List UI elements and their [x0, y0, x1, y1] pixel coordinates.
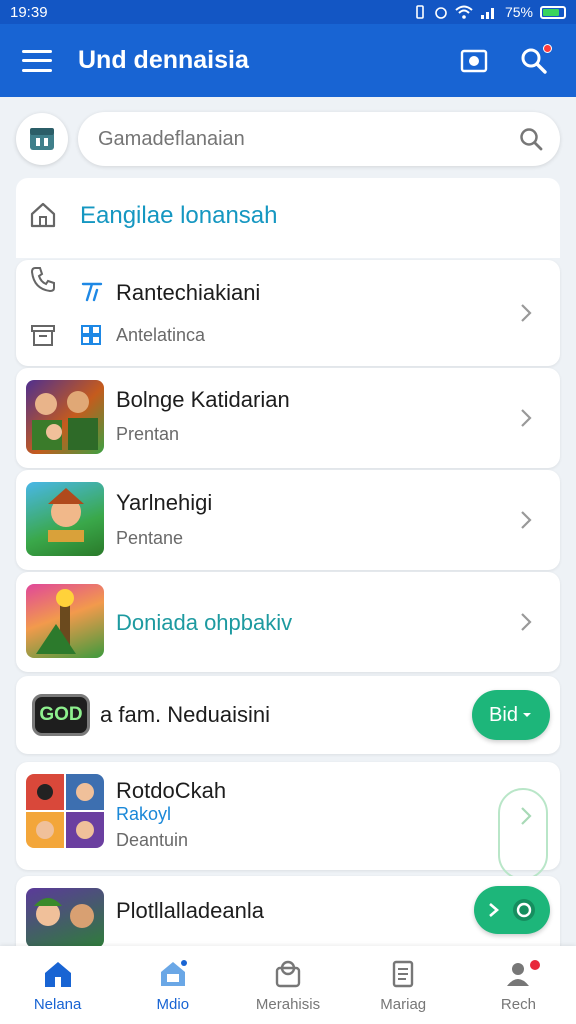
app-title: Und dennaisia	[78, 46, 249, 74]
nav-item-badge[interactable]: Merahisis	[230, 946, 345, 1024]
app-bar: Und dennaisia	[0, 24, 576, 97]
game-thumbnail	[26, 482, 104, 556]
vibrate-icon	[416, 5, 424, 19]
item-tag: Rakoyl	[116, 804, 172, 824]
nav-label: Mariag	[380, 995, 427, 1013]
nav-label: Rech	[500, 995, 536, 1013]
home-icon	[44, 961, 71, 987]
item-title: Doniada ohpbakiv	[116, 610, 293, 635]
battery-icon	[540, 5, 566, 19]
list-item[interactable]: GOD a fam. Neduaisini Bid	[16, 676, 560, 754]
menu-button[interactable]	[22, 49, 52, 72]
status-icons: 75%	[413, 4, 566, 20]
chevron-right-icon	[514, 508, 538, 532]
camera-icon	[460, 49, 488, 72]
item-title: Bolnge Katidarian	[116, 387, 290, 412]
list-item[interactable]: Yarlnehigi Pentane	[16, 470, 560, 570]
search-box[interactable]	[78, 112, 560, 166]
chevron-right-icon	[514, 301, 538, 325]
nav-item-store[interactable]: Mdio	[115, 946, 230, 1024]
game-thumbnail	[26, 380, 104, 454]
item-title: RotdoCkah	[116, 778, 227, 803]
signal-icon	[480, 8, 494, 19]
store-icon	[160, 959, 187, 986]
search-button[interactable]	[514, 41, 554, 81]
notification-dot	[530, 960, 541, 970]
game-thumbnail	[26, 774, 104, 848]
item-subtitle: Antelatinca	[116, 325, 206, 345]
game-thumbnail	[26, 584, 104, 658]
app-logo-button[interactable]	[16, 113, 68, 165]
nav-label: Mdio	[156, 995, 190, 1013]
wifi-icon	[455, 5, 473, 19]
list-item[interactable]: Doniada ohpbakiv	[16, 572, 560, 672]
search-row	[16, 111, 560, 167]
camera-button[interactable]	[454, 41, 494, 81]
item-title: Rantechiakiani	[116, 280, 261, 305]
home-section-title: Eangilae lonansah	[80, 202, 278, 229]
bid-button[interactable]: Bid	[472, 690, 550, 740]
list-item[interactable]: Plotllalladeanla	[16, 876, 560, 948]
badge-icon	[275, 960, 301, 987]
search-input[interactable]	[98, 127, 518, 151]
scroll-track[interactable]	[498, 788, 548, 880]
grid-icon	[81, 325, 101, 345]
item-subtitle: Pentane	[116, 528, 184, 548]
nav-item-profile[interactable]: Rech	[461, 946, 576, 1024]
item-title: Plotllalladeanla	[116, 898, 264, 923]
notification-dot	[543, 43, 552, 53]
game-logo-badge: GOD	[32, 694, 90, 736]
chevron-right-icon	[514, 610, 538, 634]
nav-item-home[interactable]: Nelana	[0, 946, 115, 1024]
item-subtitle: Deantuin	[116, 830, 189, 850]
chevron-right-icon	[514, 804, 538, 828]
status-bar: 19:39 75%	[0, 0, 576, 24]
nav-item-document[interactable]: Mariag	[346, 946, 461, 1024]
document-icon	[393, 960, 414, 987]
battery-percent: 75%	[504, 4, 533, 20]
phone-icon	[28, 264, 58, 294]
chevron-right-icon	[514, 406, 538, 430]
chevron-right-icon	[489, 903, 499, 917]
item-title: Yarlnehigi	[116, 490, 213, 515]
bottom-navigation: Nelana Mdio Merahisis Mariag Rech	[0, 946, 576, 1024]
home-icon	[28, 200, 58, 230]
search-icon[interactable]	[518, 126, 544, 152]
status-time: 19:39	[10, 3, 48, 21]
chevron-down-icon	[522, 713, 531, 717]
item-subtitle: Prentan	[116, 424, 180, 444]
play-toggle-button[interactable]	[474, 886, 550, 934]
alarm-icon	[435, 7, 447, 19]
nav-label: Merahisis	[255, 995, 321, 1013]
list-item[interactable]: Bolnge Katidarian Prentan	[16, 368, 560, 468]
archive-icon	[28, 320, 58, 350]
nav-label: Nelana	[33, 995, 82, 1013]
route-icon	[81, 282, 103, 302]
store-logo-icon	[30, 128, 54, 150]
item-title: a fam. Neduaisini	[100, 702, 270, 727]
game-thumbnail	[26, 888, 104, 948]
target-icon	[513, 899, 535, 921]
home-section-header[interactable]: Eangilae lonansah	[16, 178, 560, 258]
list-item[interactable]: Rantechiakiani Antelatinca	[16, 260, 560, 366]
list-item[interactable]: RotdoCkah Rakoyl Deantuin	[16, 762, 560, 880]
